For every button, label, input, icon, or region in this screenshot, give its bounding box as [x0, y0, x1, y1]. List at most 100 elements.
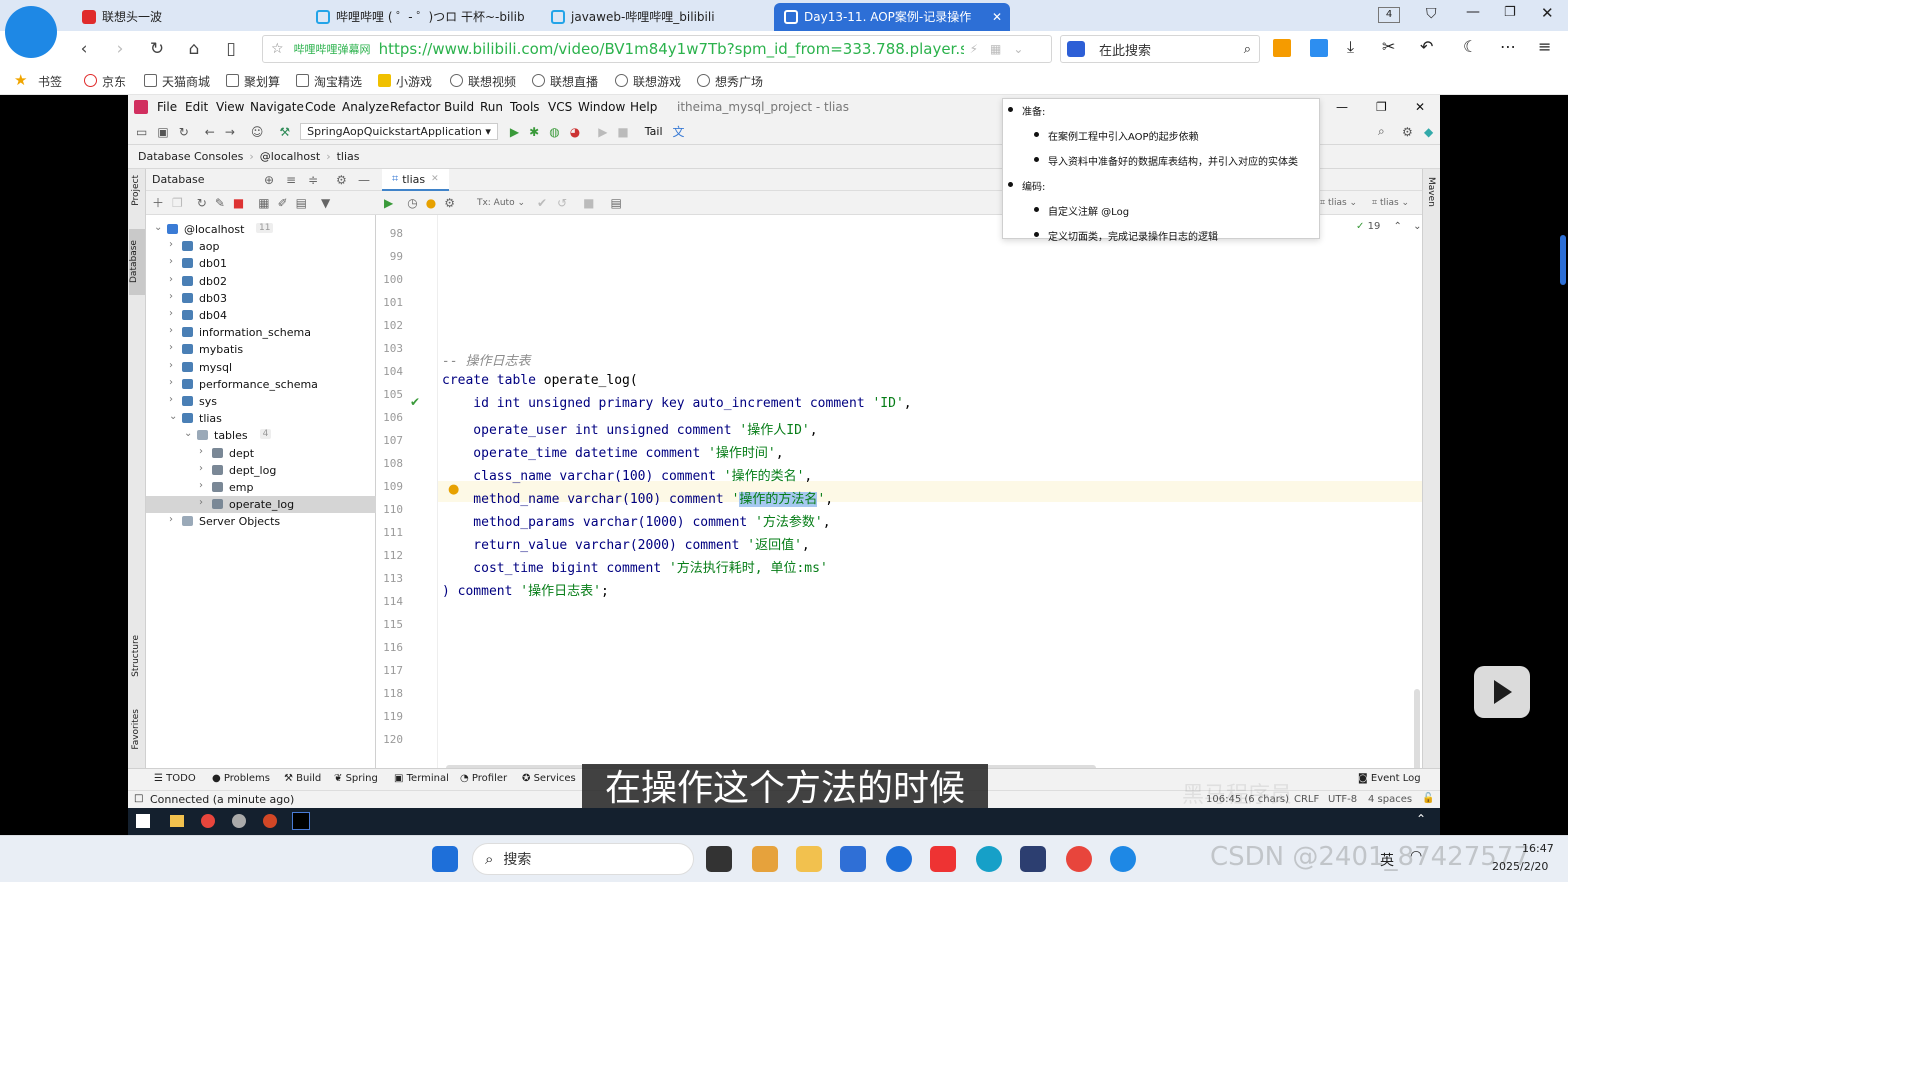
browser-tab-active[interactable]: Day13-11. AOP案例-记录操作 ✕: [774, 3, 1010, 31]
commit-icon[interactable]: ✔: [537, 196, 547, 210]
wifi-icon[interactable]: ◠: [1410, 848, 1422, 864]
forward-icon[interactable]: ›: [108, 37, 132, 61]
menu-refactor[interactable]: Refactor: [390, 100, 440, 114]
ide-maximize-icon[interactable]: ❐: [1376, 100, 1387, 114]
todo-tab[interactable]: ☰ TODO: [154, 773, 196, 784]
panel-settings-icon[interactable]: ⚙: [336, 173, 347, 187]
coverage-icon[interactable]: ◍: [549, 125, 559, 139]
menu-tools[interactable]: Tools: [510, 100, 540, 114]
filter-icon[interactable]: ▼: [321, 196, 330, 210]
back-icon[interactable]: ‹: [72, 37, 96, 61]
menu-code[interactable]: Code: [305, 100, 336, 114]
lightning-icon[interactable]: ⚡: [970, 42, 978, 56]
build-tab[interactable]: ⚒ Build: [284, 773, 321, 784]
tree-item[interactable]: › mybatis: [146, 341, 376, 358]
vertical-scrollbar[interactable]: [1414, 689, 1420, 779]
scissors-icon[interactable]: ✂: [1382, 37, 1395, 56]
download-icon[interactable]: ⤓: [1347, 37, 1354, 57]
copy-icon[interactable]: ❐: [172, 196, 183, 210]
chrome-icon[interactable]: [1066, 846, 1092, 872]
chevron-right-icon[interactable]: ›: [199, 446, 203, 457]
editor-tab-tlias[interactable]: ⌗ tlias ✕: [382, 169, 449, 191]
resume-icon[interactable]: ▶: [598, 125, 607, 139]
tree-item[interactable]: › db02: [146, 273, 376, 290]
moon-icon[interactable]: ☾: [1463, 37, 1477, 56]
minimize-icon[interactable]: —: [1466, 4, 1480, 20]
schema-icon[interactable]: ✎: [215, 196, 225, 210]
reader-icon[interactable]: ▯: [219, 37, 243, 61]
chevron-right-icon[interactable]: ›: [199, 497, 203, 508]
target-icon[interactable]: ⊕: [264, 173, 274, 187]
chevron-down-icon[interactable]: ⌄: [1013, 42, 1023, 56]
line-separator[interactable]: CRLF: [1294, 794, 1319, 805]
settings-icon[interactable]: ⚙: [1402, 125, 1413, 139]
wps-icon[interactable]: [930, 846, 956, 872]
bilibili-player-icon[interactable]: [1474, 666, 1530, 718]
structure-tool-tab[interactable]: Structure: [131, 635, 141, 677]
tab-close-icon[interactable]: ✕: [431, 174, 439, 184]
task-view-icon[interactable]: [706, 846, 732, 872]
hammer-icon[interactable]: ⚒: [279, 125, 290, 139]
bookmark-item[interactable]: 联想游戏: [615, 73, 681, 90]
folder-icon[interactable]: [170, 815, 184, 827]
chevron-right-icon[interactable]: ›: [199, 463, 203, 474]
browser-tab-2[interactable]: 哔哩哔哩 ( ゜- ゜)つロ 干杯~-bilib: [306, 3, 536, 31]
bookmark-item[interactable]: 联想直播: [532, 73, 598, 90]
cancel-icon[interactable]: ■: [583, 196, 594, 210]
bookmark-item[interactable]: 天猫商城: [144, 73, 210, 90]
tree-item[interactable]: › performance_schema: [146, 376, 376, 393]
tree-item[interactable]: › mysql: [146, 359, 376, 376]
sync-icon[interactable]: ↻: [179, 125, 189, 139]
tree-item[interactable]: › sys: [146, 393, 376, 410]
chrome-icon[interactable]: [201, 814, 215, 828]
tree-item[interactable]: ⌄ tables 4: [146, 427, 376, 444]
clock-time[interactable]: 16:47: [1522, 842, 1554, 855]
menu-file[interactable]: File: [157, 100, 177, 114]
browser-tab-3[interactable]: javaweb-哔哩哔哩_bilibili: [541, 3, 769, 31]
schema-select[interactable]: ⌗ tlias ⌄: [1372, 198, 1409, 208]
edit-icon[interactable]: ✐: [278, 196, 288, 210]
bookmark-item[interactable]: 淘宝精选: [296, 73, 362, 90]
crumb-consoles[interactable]: Database Consoles: [138, 150, 243, 163]
chevron-right-icon[interactable]: ›: [169, 514, 173, 525]
indent-setting[interactable]: 4 spaces: [1368, 794, 1412, 805]
menu-analyze[interactable]: Analyze: [342, 100, 389, 114]
schema-select[interactable]: ⌗ tlias ⌄: [1320, 198, 1357, 208]
forward-icon[interactable]: →: [225, 125, 235, 139]
tree-item[interactable]: › dept_log: [146, 462, 376, 479]
expand-all-icon[interactable]: ≡: [286, 173, 296, 187]
maximize-icon[interactable]: ❐: [1504, 5, 1516, 20]
browser-tab-1[interactable]: 联想头一波: [72, 3, 302, 31]
folder-icon[interactable]: [796, 846, 822, 872]
chevron-right-icon[interactable]: ›: [169, 308, 173, 319]
chevron-right-icon[interactable]: ›: [169, 325, 173, 336]
history-icon[interactable]: ◷: [407, 196, 417, 210]
tree-item[interactable]: ⌄ tlias: [146, 410, 376, 427]
tree-item[interactable]: ⌄ @localhost 11: [146, 221, 376, 238]
chevron-right-icon[interactable]: ›: [169, 360, 173, 371]
taskbar-search[interactable]: ⌕ 搜索: [472, 843, 694, 875]
maven-tool-tab[interactable]: Maven: [1426, 177, 1436, 207]
chevron-right-icon[interactable]: ›: [199, 480, 203, 491]
collapse-all-icon[interactable]: ≑: [308, 173, 318, 187]
tree-item[interactable]: › db04: [146, 307, 376, 324]
bookmark-item[interactable]: ★ 书签: [14, 71, 62, 90]
chevron-right-icon[interactable]: ›: [169, 377, 173, 388]
tree-item[interactable]: › information_schema: [146, 324, 376, 341]
chevron-right-icon[interactable]: ›: [169, 274, 173, 285]
tree-item[interactable]: › aop: [146, 238, 376, 255]
tree-item[interactable]: › emp: [146, 479, 376, 496]
plugin-icon[interactable]: ◆: [1424, 125, 1433, 139]
browser-icon[interactable]: [1110, 846, 1136, 872]
chevron-right-icon[interactable]: ›: [169, 256, 173, 267]
favorites-tool-tab[interactable]: Favorites: [131, 709, 141, 750]
project-tool-tab[interactable]: Project: [131, 175, 141, 206]
spring-tab[interactable]: ❦ Spring: [334, 773, 378, 784]
add-icon[interactable]: ＋: [152, 194, 164, 211]
url-text[interactable]: https://www.bilibili.com/video/BV1m84y1w…: [379, 40, 964, 58]
chevron-right-icon[interactable]: ›: [169, 342, 173, 353]
tx-mode-select[interactable]: Tx: Auto ⌄: [477, 198, 525, 208]
store-icon[interactable]: [840, 846, 866, 872]
bookmark-item[interactable]: 小游戏: [378, 73, 432, 90]
chevron-down-icon[interactable]: ⌄: [154, 222, 162, 233]
